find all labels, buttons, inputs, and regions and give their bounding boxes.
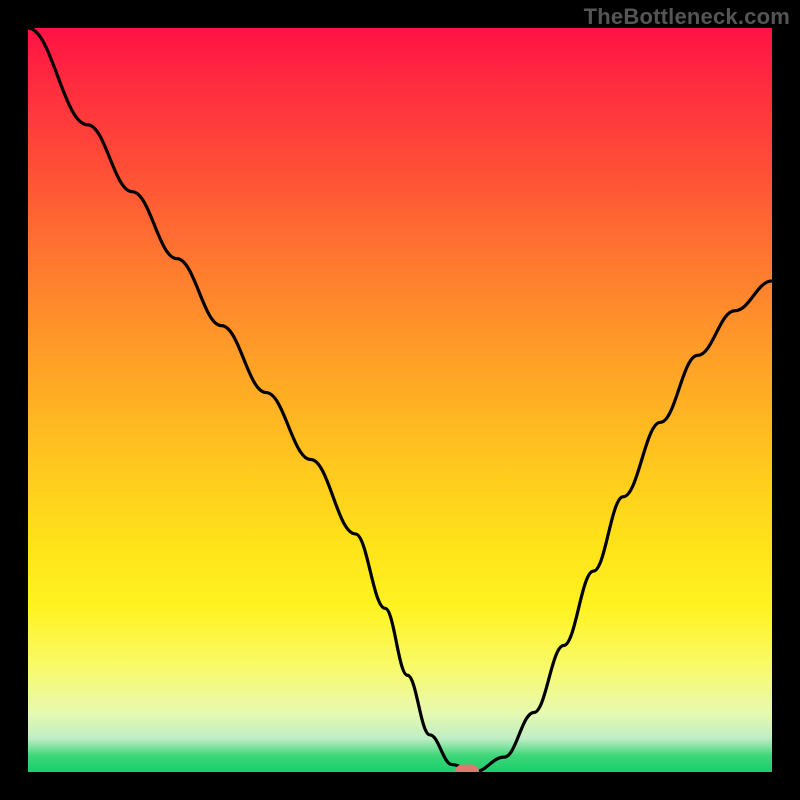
- watermark-text: TheBottleneck.com: [584, 4, 790, 30]
- optimum-marker: [455, 765, 479, 773]
- curve-path: [28, 28, 772, 772]
- bottleneck-curve: [28, 28, 772, 772]
- chart-frame: TheBottleneck.com: [0, 0, 800, 800]
- plot-area: [28, 28, 772, 772]
